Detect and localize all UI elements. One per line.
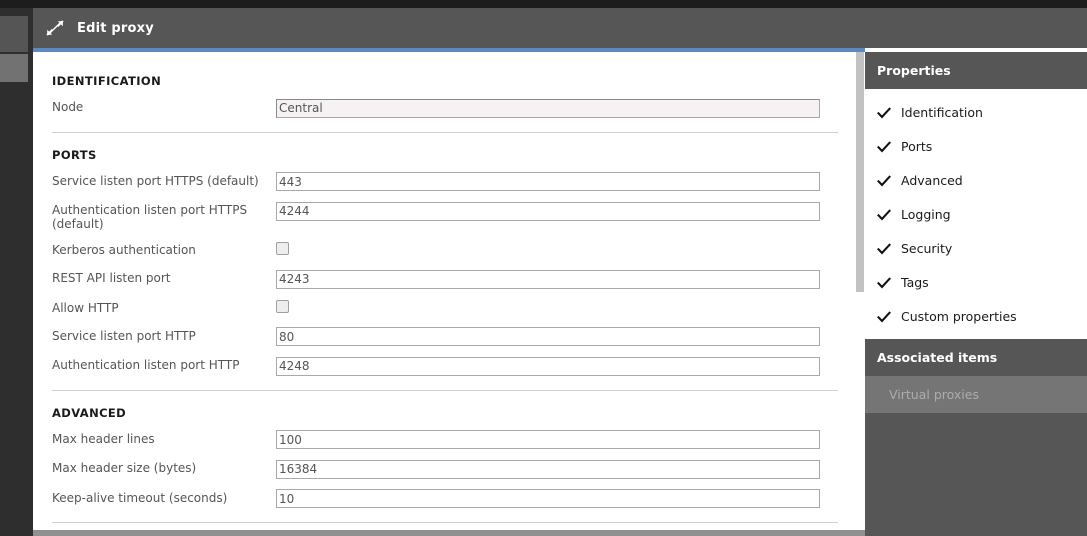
collapse-arrows-icon[interactable] bbox=[45, 18, 65, 38]
dialog-header: Edit proxy bbox=[33, 8, 1087, 48]
properties-item-label: Logging bbox=[901, 206, 951, 222]
associated-item-virtual-proxies[interactable]: Virtual proxies bbox=[865, 376, 1087, 413]
horizontal-scrollbar[interactable] bbox=[33, 530, 865, 536]
input-ports-5[interactable] bbox=[276, 327, 820, 346]
field-control bbox=[276, 268, 838, 289]
input-ports-1[interactable] bbox=[276, 201, 820, 221]
section-title-identification: IDENTIFICATION bbox=[52, 74, 162, 88]
check-icon bbox=[877, 275, 891, 289]
form-row: Max header size (bytes) bbox=[52, 458, 838, 479]
field-label: Allow HTTP bbox=[52, 300, 119, 315]
input-advanced-1[interactable] bbox=[276, 459, 820, 479]
check-icon bbox=[877, 241, 891, 255]
field-control bbox=[276, 488, 838, 508]
field-label: Service listen port HTTP bbox=[52, 328, 196, 343]
field-label: Authentication listen port HTTPS (defaul… bbox=[52, 203, 248, 231]
section-divider bbox=[52, 522, 838, 523]
input-ports-0[interactable] bbox=[276, 172, 820, 191]
form-row: Allow HTTP bbox=[52, 298, 838, 317]
check-icon bbox=[877, 173, 891, 187]
input-ports-3[interactable] bbox=[276, 269, 820, 289]
form-row: REST API listen port bbox=[52, 268, 838, 289]
rail-panel-lower[interactable] bbox=[0, 54, 28, 82]
rail-panel-upper[interactable] bbox=[0, 16, 28, 53]
field-control bbox=[276, 97, 838, 118]
check-icon bbox=[877, 139, 891, 153]
field-label: Service listen port HTTPS (default) bbox=[52, 173, 259, 188]
section-divider bbox=[52, 131, 838, 133]
input-advanced-0[interactable] bbox=[276, 430, 820, 449]
checkbox-ports-2[interactable] bbox=[276, 242, 289, 255]
form-content: IDENTIFICATION Node PORTS Service listen po… bbox=[52, 52, 838, 528]
field-control bbox=[276, 326, 838, 346]
properties-item-label: Advanced bbox=[901, 172, 963, 188]
field-label: Authentication listen port HTTP bbox=[52, 358, 240, 372]
field-label: Keep-alive timeout (seconds) bbox=[52, 490, 228, 505]
field-control bbox=[276, 429, 838, 449]
field-control bbox=[276, 200, 838, 221]
section-divider bbox=[52, 389, 838, 391]
form-row: Service listen port HTTP bbox=[52, 326, 838, 346]
form-scrollbar-thumb[interactable] bbox=[856, 52, 864, 292]
field-control bbox=[276, 458, 838, 479]
field-control bbox=[276, 171, 838, 191]
properties-item-label: Tags bbox=[901, 274, 929, 290]
edit-proxy-form-panel: IDENTIFICATION Node PORTS Service listen po… bbox=[33, 52, 865, 528]
properties-item-identification[interactable]: Identification bbox=[865, 95, 1087, 129]
properties-item-tags[interactable]: Tags bbox=[865, 265, 1087, 299]
input-advanced-2[interactable] bbox=[276, 489, 820, 508]
properties-item-ports[interactable]: Ports bbox=[865, 129, 1087, 163]
properties-item-label: Security bbox=[901, 240, 953, 256]
field-label: Max header lines bbox=[52, 431, 155, 446]
properties-item-security[interactable]: Security bbox=[865, 231, 1087, 265]
section-title-ports: PORTS bbox=[52, 147, 97, 162]
associated-items-panel-header: Associated items bbox=[865, 339, 1087, 376]
dialog-title: Edit proxy bbox=[77, 20, 154, 36]
top-window-strip bbox=[0, 0, 1087, 8]
properties-item-advanced[interactable]: Advanced bbox=[865, 163, 1087, 197]
field-label: Node bbox=[52, 100, 84, 114]
check-icon bbox=[877, 207, 891, 221]
properties-panel-title: Properties bbox=[877, 63, 951, 78]
form-row: Max header lines bbox=[52, 429, 838, 449]
checkbox-ports-4[interactable] bbox=[276, 299, 289, 313]
properties-item-label: Custom properties bbox=[901, 308, 1017, 324]
form-row: Kerberos authentication bbox=[52, 240, 838, 259]
left-navigation-rail bbox=[0, 8, 33, 536]
associated-items-panel-title: Associated items bbox=[877, 350, 998, 365]
properties-item-label: Identification bbox=[901, 104, 983, 120]
associated-items-list: Virtual proxies bbox=[865, 376, 1087, 413]
form-row: Node bbox=[52, 97, 838, 118]
input-identification-0[interactable] bbox=[276, 98, 820, 118]
section-title-advanced: ADVANCED bbox=[52, 405, 127, 420]
form-row: Service listen port HTTPS (default) bbox=[52, 171, 838, 191]
field-control bbox=[276, 240, 838, 259]
properties-item-label: Ports bbox=[901, 138, 933, 154]
field-label: REST API listen port bbox=[52, 271, 171, 285]
properties-item-custom-properties[interactable]: Custom properties bbox=[865, 299, 1087, 333]
check-icon bbox=[877, 309, 891, 323]
field-label: Max header size (bytes) bbox=[52, 461, 197, 475]
field-control bbox=[276, 298, 838, 317]
properties-item-logging[interactable]: Logging bbox=[865, 197, 1087, 231]
right-side-panel: Properties Identification Ports Advanced Lo… bbox=[865, 52, 1087, 536]
properties-list: Identification Ports Advanced Logging Securi… bbox=[865, 89, 1087, 339]
form-row: Authentication listen port HTTP bbox=[52, 355, 838, 376]
properties-panel-header: Properties bbox=[865, 52, 1087, 89]
associated-item-label: Virtual proxies bbox=[889, 387, 979, 402]
field-label: Kerberos authentication bbox=[52, 243, 196, 257]
form-row: Authentication listen port HTTPS (defaul… bbox=[52, 200, 838, 231]
form-row: Keep-alive timeout (seconds) bbox=[52, 488, 838, 508]
field-control bbox=[276, 355, 838, 376]
input-ports-6[interactable] bbox=[276, 356, 820, 376]
associated-items-filler bbox=[865, 413, 1087, 505]
check-icon bbox=[877, 105, 891, 119]
